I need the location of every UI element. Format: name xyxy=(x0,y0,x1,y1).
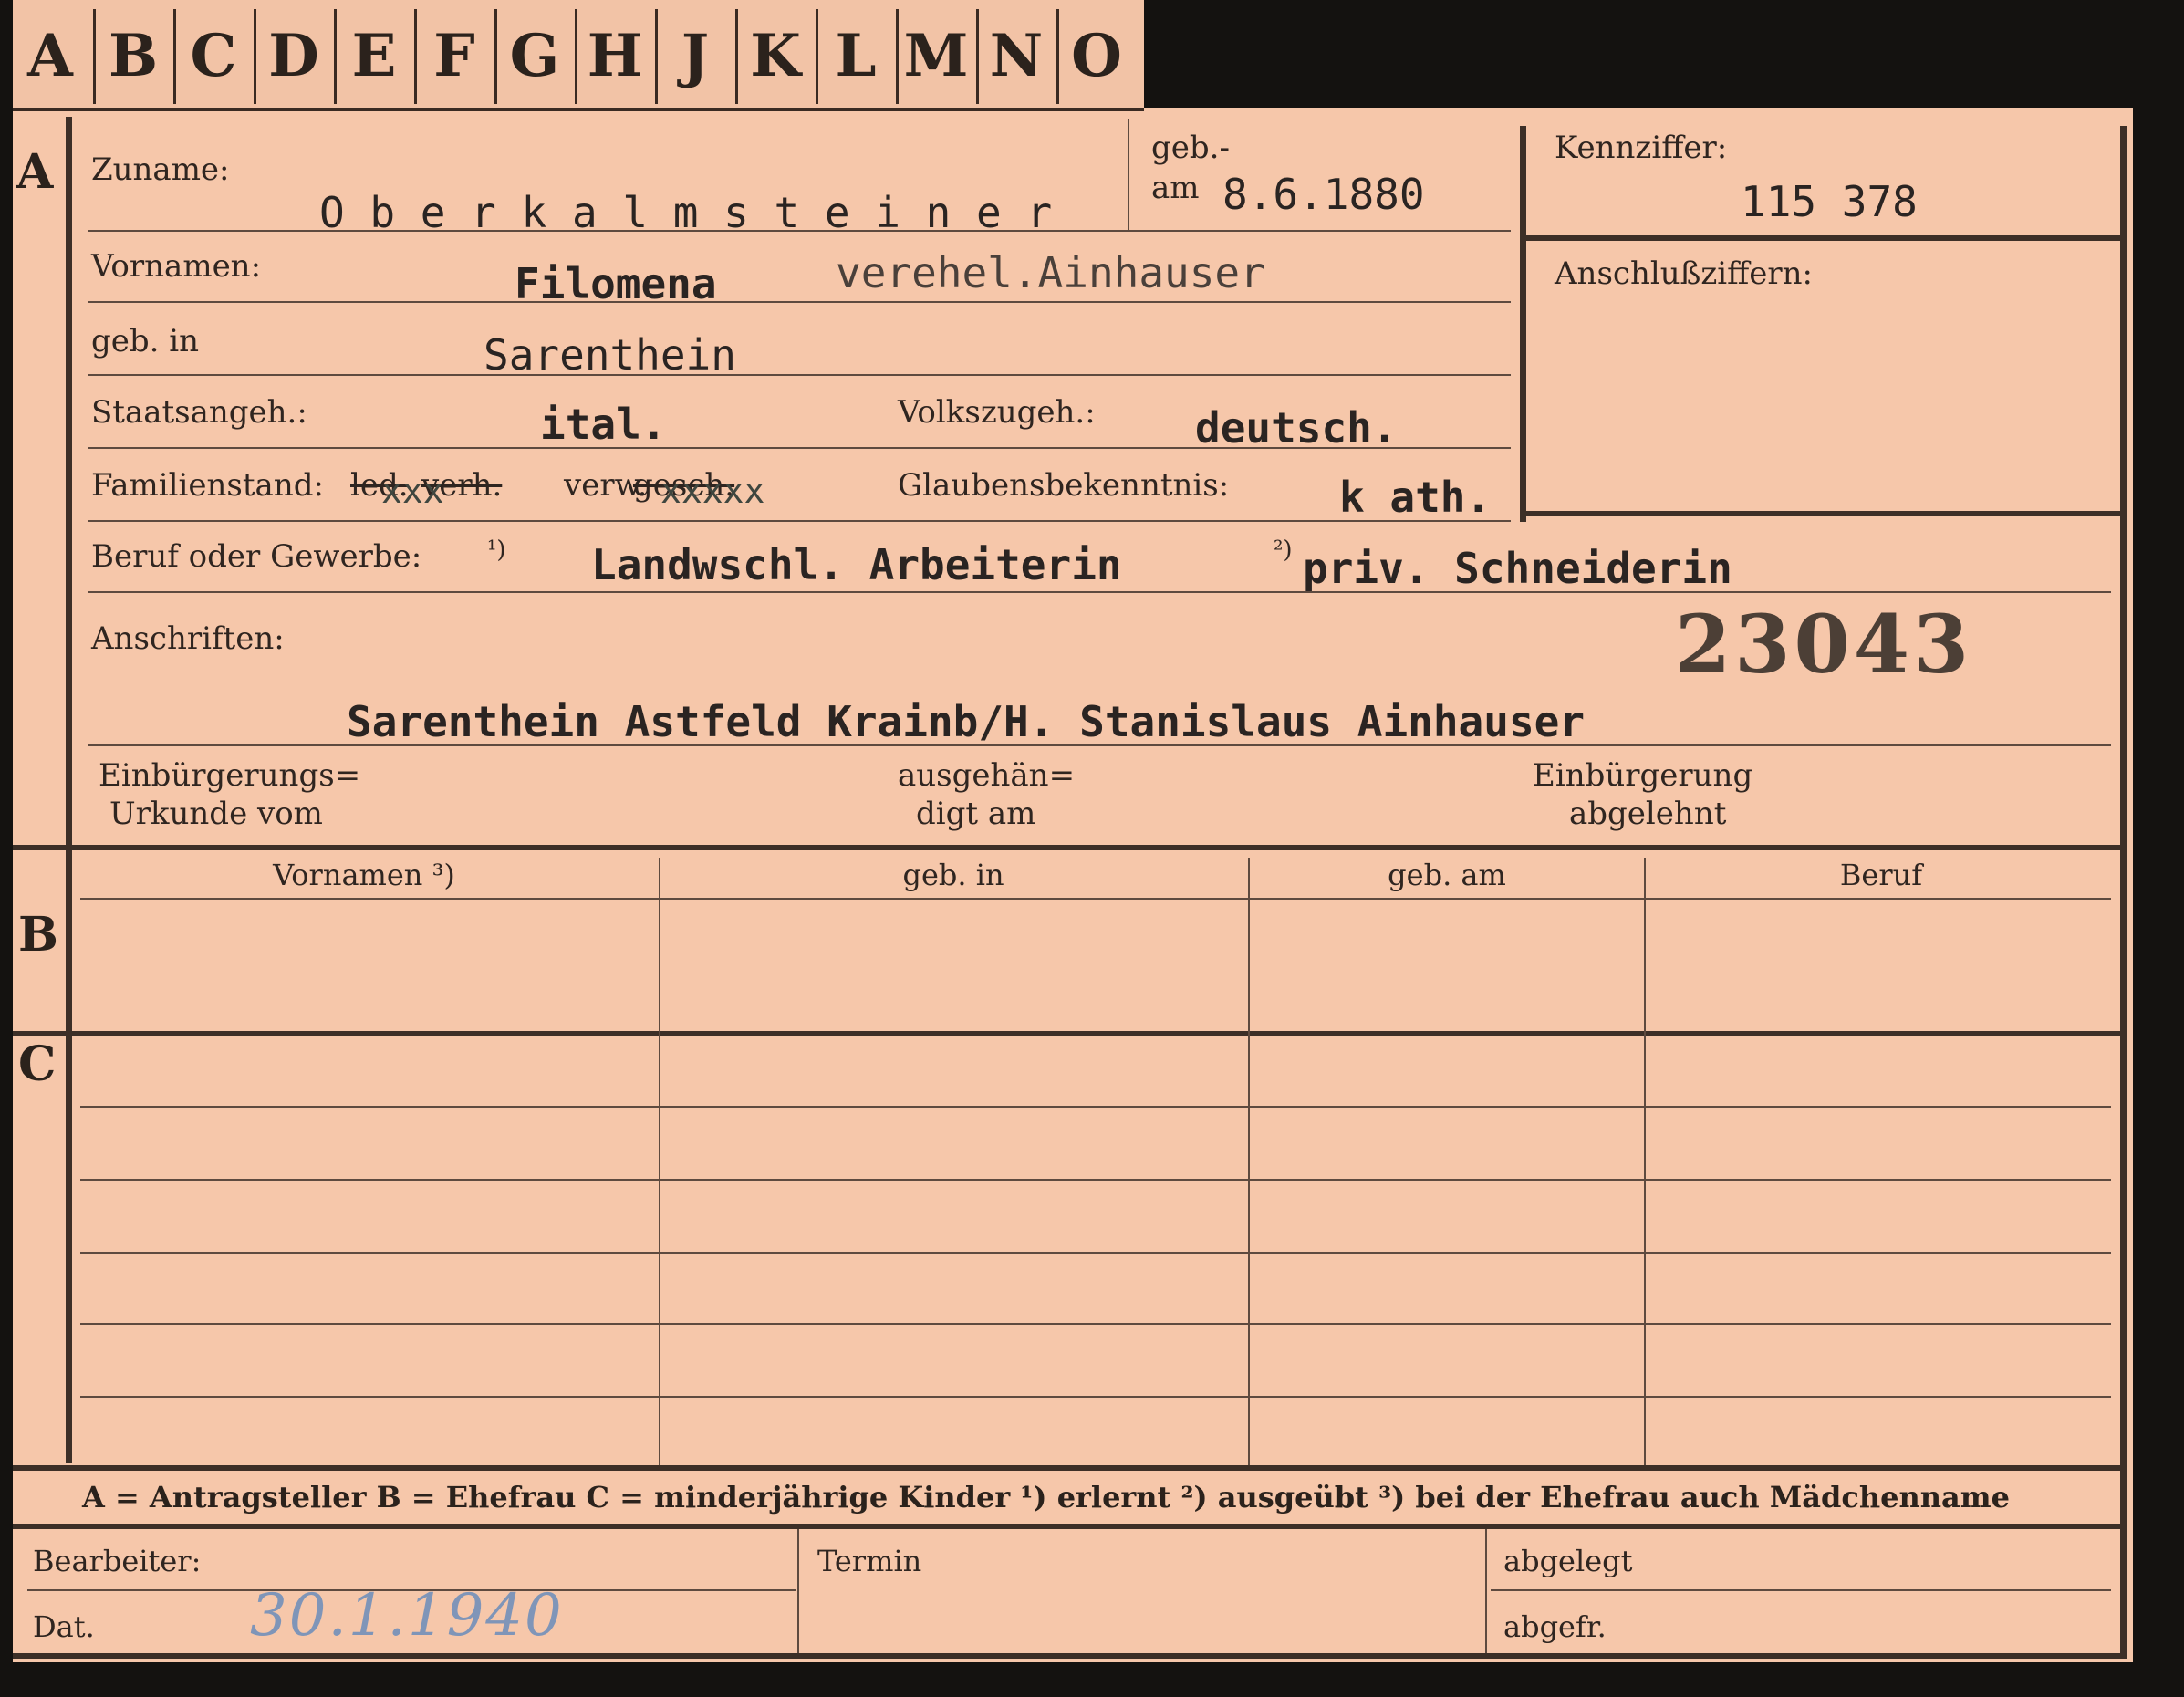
beruf-note1: ¹) xyxy=(487,536,506,564)
vornamen-zusatz-value: verehel.Ainhauser xyxy=(836,248,1265,297)
abgefr-label: abgefr. xyxy=(1503,1609,1607,1644)
tab-L[interactable]: L xyxy=(816,9,893,104)
table-header-beruf: Beruf xyxy=(1839,858,1923,892)
table-row-rule xyxy=(80,1252,2111,1254)
kennziffer-box-divider xyxy=(1520,235,2120,241)
legend-text: A = Antragsteller B = Ehefrau C = minder… xyxy=(82,1480,2010,1515)
tab-D[interactable]: D xyxy=(254,9,331,104)
tab-E[interactable]: E xyxy=(334,9,411,104)
section-letter-a: A xyxy=(16,144,54,200)
tab-C[interactable]: C xyxy=(173,9,251,104)
tab-J[interactable]: J xyxy=(655,9,733,104)
geb-am-divider xyxy=(1128,119,1129,232)
section-letter-b: B xyxy=(18,907,58,963)
alphabet-tab-strip: A B C D E F G H J K L M N O xyxy=(13,0,1144,109)
table-col-divider-1 xyxy=(659,858,660,1465)
familienstand-strike-x1: xxx xyxy=(381,471,444,511)
dat-label: Dat. xyxy=(33,1609,95,1644)
table-header-rule xyxy=(80,898,2111,900)
geb-am-label-line1: geb.- xyxy=(1151,130,1230,166)
ausgehaendigt-label-1: ausgehän= xyxy=(898,757,1076,794)
geb-datum-value: 8.6.1880 xyxy=(1222,170,1425,219)
section-c-bottom xyxy=(13,1465,2126,1471)
volkszugeh-label: Volkszugeh.: xyxy=(898,394,1096,431)
geburtsort-value: Sarenthein xyxy=(484,330,736,380)
einbuergerung-urkunde-label-1: Einbürgerungs= xyxy=(99,757,361,794)
einbuergerung-urkunde-label-2: Urkunde vom xyxy=(109,796,323,832)
left-margin-rule xyxy=(66,117,72,1463)
kennziffer-value: 115 378 xyxy=(1741,177,1918,226)
stempel-nummer: 23043 xyxy=(1675,597,1973,692)
tab-N[interactable]: N xyxy=(976,9,1054,104)
kennziffer-label: Kennziffer: xyxy=(1555,130,1728,166)
ausgehaendigt-label-2: digt am xyxy=(916,796,1036,832)
glaubensbekenntnis-label: Glaubensbekenntnis: xyxy=(898,467,1230,504)
kennziffer-box-left xyxy=(1520,126,1526,522)
zuname-label: Zuname: xyxy=(91,151,230,188)
tab-G[interactable]: G xyxy=(494,9,572,104)
footer-mid-rule-right xyxy=(1491,1589,2111,1591)
geb-in-label: geb. in xyxy=(91,323,200,359)
familienstand-strike-x2: xxxxx xyxy=(660,471,765,511)
vornamen-label: Vornamen: xyxy=(91,248,262,285)
anschlussziffern-label: Anschlußziffern: xyxy=(1555,255,1813,292)
tab-B[interactable]: B xyxy=(93,9,171,104)
beruf-rule xyxy=(88,591,2111,593)
beruf-erlernt-value: Landwschl. Arbeiterin xyxy=(591,540,1122,589)
staatsangeh-rule xyxy=(88,447,1511,449)
abgelegt-label: abgelegt xyxy=(1503,1544,1633,1578)
table-header-geb-in: geb. in xyxy=(902,858,1004,892)
familienstand-rule xyxy=(88,520,1511,522)
tab-O[interactable]: O xyxy=(1056,9,1134,104)
footer-col-divider-2 xyxy=(1485,1529,1487,1653)
staatsangehoerigkeit-value: ital. xyxy=(540,400,667,449)
staatsangeh-label: Staatsangeh.: xyxy=(91,394,307,431)
legend-bottom xyxy=(13,1524,2126,1529)
anschriften-label: Anschriften: xyxy=(91,620,285,657)
anschriften-rule xyxy=(88,744,2111,746)
termin-label: Termin xyxy=(817,1544,922,1578)
section-a-bottom xyxy=(13,845,2126,850)
card-bottom xyxy=(13,1653,2126,1659)
tab-strip-bottom-edge xyxy=(13,108,1144,111)
glaubensbekenntnis-value: k ath. xyxy=(1339,473,1492,522)
beruf-label: Beruf oder Gewerbe: xyxy=(91,538,422,575)
section-letter-c: C xyxy=(18,1036,57,1092)
table-row-rule xyxy=(80,1396,2111,1398)
beruf-ausgeuebt-value: priv. Schneiderin xyxy=(1303,544,1732,593)
tab-H[interactable]: H xyxy=(575,9,652,104)
table-col-divider-3 xyxy=(1644,858,1646,1465)
table-row-rule xyxy=(80,1106,2111,1108)
einbuergerung-abgelehnt-label-1: Einbürgerung xyxy=(1533,757,1753,794)
section-b-bottom xyxy=(13,1031,2126,1036)
bearbeiter-label: Bearbeiter: xyxy=(33,1544,202,1578)
volkszugehoerigkeit-value: deutsch. xyxy=(1195,403,1398,453)
dat-handwritten-value: 30.1.1940 xyxy=(250,1582,564,1650)
table-header-vornamen: Vornamen ³) xyxy=(273,858,455,892)
einbuergerung-abgelehnt-label-2: abgelehnt xyxy=(1569,796,1727,832)
right-border xyxy=(2120,126,2127,1659)
table-row-rule xyxy=(80,1323,2111,1325)
tab-K[interactable]: K xyxy=(735,9,813,104)
tab-F[interactable]: F xyxy=(414,9,492,104)
beruf-note2: ²) xyxy=(1274,536,1293,564)
vornamen-rule xyxy=(88,301,1511,303)
footer-col-divider-1 xyxy=(797,1529,799,1653)
kennziffer-box-bottom xyxy=(1520,511,2120,516)
familienstand-label: Familienstand: xyxy=(91,467,324,504)
zuname-rule xyxy=(88,230,1511,232)
tab-M[interactable]: M xyxy=(896,9,973,104)
table-col-divider-2 xyxy=(1248,858,1250,1465)
table-header-geb-am: geb. am xyxy=(1388,858,1506,892)
tab-A[interactable]: A xyxy=(13,9,88,104)
anschrift-value: Sarenthein Astfeld Krainb/H. Stanislaus … xyxy=(347,697,1586,746)
table-row-rule xyxy=(80,1179,2111,1181)
geb-am-label-line2: am xyxy=(1151,170,1200,206)
geb-in-rule xyxy=(88,374,1511,376)
